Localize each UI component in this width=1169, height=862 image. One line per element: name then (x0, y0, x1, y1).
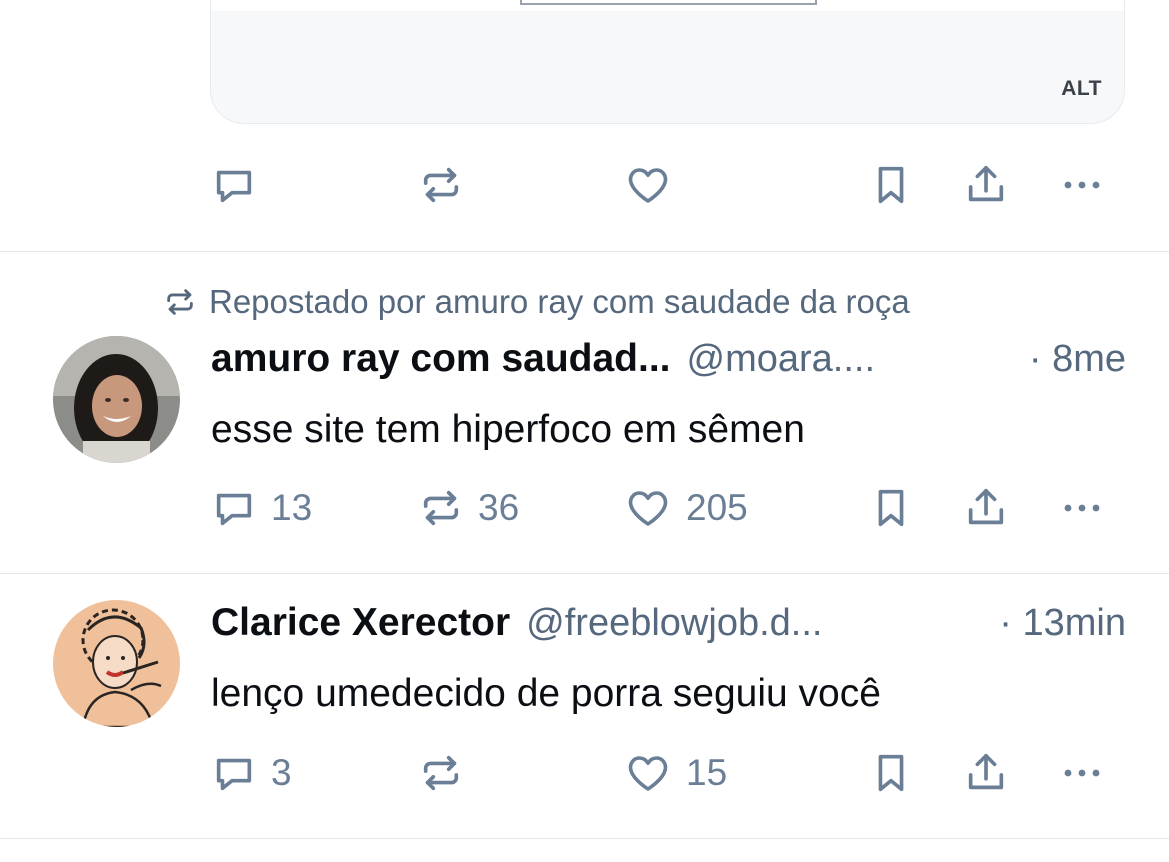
reply-button[interactable]: 13 (211, 483, 312, 533)
avatar-photo (53, 336, 180, 463)
post-header: amuro ray com saudad... @moara.... · 8me (211, 337, 1126, 387)
ellipsis-icon (1064, 769, 1100, 777)
reply-button[interactable] (211, 160, 257, 210)
bookmark-button[interactable] (868, 160, 914, 210)
bookmark-icon (878, 489, 904, 527)
reply-count: 3 (271, 752, 292, 793)
ellipsis-icon (1064, 181, 1100, 189)
share-button[interactable] (963, 483, 1009, 533)
feed: ALT Repostado por amuro ray com saudade … (0, 0, 1169, 862)
post-timestamp[interactable]: · 8me (1029, 338, 1126, 381)
like-button[interactable]: 205 (624, 483, 748, 533)
more-button[interactable] (1058, 483, 1106, 533)
repost-indicator[interactable]: Repostado por amuro ray com saudade da r… (163, 283, 910, 321)
post-media-card[interactable]: ALT (210, 0, 1125, 124)
bookmark-button[interactable] (868, 483, 914, 533)
ellipsis-icon (1064, 504, 1100, 512)
user-handle[interactable]: @freeblowjob.d... (526, 602, 822, 645)
post-timestamp[interactable]: · 13min (999, 602, 1126, 645)
speech-bubble-icon (216, 758, 252, 791)
share-upload-icon (968, 753, 1004, 790)
heart-icon (628, 491, 668, 526)
avatar[interactable] (53, 336, 180, 463)
media-image-area (211, 0, 1124, 11)
media-image-frame (520, 0, 817, 5)
speech-bubble-icon (216, 170, 252, 203)
repost-arrows-icon (423, 755, 459, 791)
share-upload-icon (968, 165, 1004, 202)
post-text: esse site tem hiperfoco em sêmen (211, 408, 805, 451)
repost-arrows-icon (423, 167, 459, 203)
post-divider (0, 838, 1169, 839)
repost-button[interactable] (418, 748, 478, 798)
avatar-illustration (53, 600, 180, 727)
like-button[interactable]: 15 (624, 748, 727, 798)
heart-icon (628, 756, 668, 791)
repost-arrows-icon (167, 289, 193, 315)
like-button[interactable] (624, 160, 672, 210)
like-count: 205 (686, 487, 748, 528)
post-header: Clarice Xerector @freeblowjob.d... · 13m… (211, 601, 1126, 651)
share-button[interactable] (963, 160, 1009, 210)
user-handle[interactable]: @moara.... (687, 338, 876, 381)
share-button[interactable] (963, 748, 1009, 798)
post-actions (0, 160, 1169, 210)
like-count: 15 (686, 752, 728, 793)
post-actions: 3 15 (0, 748, 1169, 798)
reply-count: 13 (271, 487, 313, 528)
share-upload-icon (968, 488, 1004, 525)
avatar[interactable] (53, 600, 180, 727)
repost-button[interactable] (418, 160, 464, 210)
more-button[interactable] (1058, 160, 1106, 210)
display-name[interactable]: Clarice Xerector (211, 601, 510, 645)
bookmark-icon (878, 754, 904, 792)
alt-badge[interactable]: ALT (1061, 77, 1102, 101)
speech-bubble-icon (216, 493, 252, 526)
bookmark-icon (878, 166, 904, 204)
repost-count: 36 (478, 487, 520, 528)
repost-label: Repostado por amuro ray com saudade da r… (209, 283, 910, 320)
display-name[interactable]: amuro ray com saudad... (211, 337, 671, 381)
post-divider (0, 251, 1169, 252)
bookmark-button[interactable] (868, 748, 914, 798)
repost-arrows-icon (423, 490, 459, 526)
repost-button[interactable]: 36 (418, 483, 519, 533)
post-divider (0, 573, 1169, 574)
post-text: lenço umedecido de porra seguiu você (211, 672, 881, 715)
more-button[interactable] (1058, 748, 1106, 798)
heart-icon (628, 168, 668, 203)
post-actions: 13 36 205 (0, 483, 1169, 533)
reply-button[interactable]: 3 (211, 748, 292, 798)
